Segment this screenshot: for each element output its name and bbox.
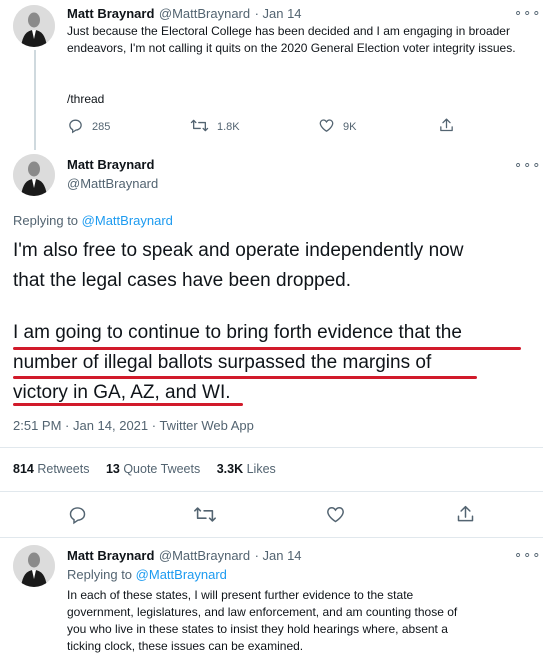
tweet3-line1: In each of these states, I will present … bbox=[67, 588, 414, 602]
tweet3-line3: you who live in these states to insist t… bbox=[67, 622, 448, 636]
thread-line-top bbox=[34, 50, 36, 150]
tweet1-header: Matt Braynard @MattBraynard · Jan 14 bbox=[67, 5, 302, 23]
likes-stat[interactable]: 3.3K Likes bbox=[217, 462, 276, 476]
author-name[interactable]: Matt Braynard bbox=[67, 6, 154, 21]
tweet2-para2-line2: number of illegal ballots surpassed the … bbox=[13, 352, 432, 373]
author-name[interactable]: Matt Braynard bbox=[67, 548, 154, 563]
reply-button[interactable] bbox=[67, 504, 88, 530]
tweet3-line4: ticking clock, these issues can be exami… bbox=[67, 639, 304, 653]
avatar[interactable] bbox=[13, 545, 55, 587]
tweet3-header: Matt Braynard @MattBraynard · Jan 14 bbox=[67, 547, 302, 565]
red-underline bbox=[13, 376, 477, 379]
like-count: 9K bbox=[343, 121, 357, 133]
divider bbox=[0, 537, 543, 538]
red-underline bbox=[13, 403, 243, 406]
reply-button[interactable]: 285 bbox=[67, 117, 110, 137]
reply-icon bbox=[67, 117, 84, 137]
red-underline bbox=[13, 347, 521, 350]
like-button[interactable] bbox=[325, 504, 346, 530]
divider bbox=[0, 491, 543, 492]
reply-count: 285 bbox=[92, 121, 111, 133]
tweet2-para1-line1: I'm also free to speak and operate indep… bbox=[13, 240, 464, 261]
avatar[interactable] bbox=[13, 5, 55, 47]
tweet2-para1-line2: that the legal cases have been dropped. bbox=[13, 270, 352, 291]
retweet-count: 1.8K bbox=[217, 121, 240, 133]
avatar[interactable] bbox=[13, 154, 55, 196]
like-button[interactable]: 9K bbox=[318, 117, 356, 137]
engagement-stats: 814 Retweets 13 Quote Tweets 3.3K Likes bbox=[13, 462, 276, 476]
author-handle[interactable]: @MattBraynard bbox=[159, 6, 250, 21]
quotes-stat[interactable]: 13 Quote Tweets bbox=[106, 462, 200, 476]
author-handle[interactable]: @MattBraynard bbox=[67, 176, 158, 191]
share-icon bbox=[455, 505, 476, 529]
tweet-time[interactable]: · Jan 14 bbox=[255, 6, 302, 21]
tweet-timestamp[interactable]: 2:51 PM · Jan 14, 2021 · Twitter Web App bbox=[13, 418, 254, 433]
retweets-label: Retweets bbox=[37, 462, 90, 476]
tweet1-text-thread: /thread bbox=[67, 92, 105, 106]
quotes-label: Quote Tweets bbox=[123, 462, 201, 476]
likes-count: 3.3K bbox=[216, 462, 244, 476]
replying-label: Replying to bbox=[13, 213, 79, 228]
replying-to: Replying to @MattBraynard bbox=[13, 213, 173, 228]
more-icon[interactable]: ∘∘∘ bbox=[514, 6, 541, 19]
retweets-count: 814 bbox=[13, 462, 34, 476]
share-icon bbox=[438, 118, 455, 138]
tweet2-para2-line1: I am going to continue to bring forth ev… bbox=[13, 322, 462, 343]
author-handle[interactable]: @MattBraynard bbox=[159, 548, 250, 563]
like-icon bbox=[325, 507, 346, 529]
replying-to: Replying to @MattBraynard bbox=[67, 567, 227, 582]
retweet-icon bbox=[190, 117, 209, 137]
retweet-button[interactable] bbox=[193, 504, 217, 530]
reply-icon bbox=[67, 507, 88, 529]
share-button[interactable] bbox=[438, 117, 455, 139]
like-icon bbox=[318, 117, 335, 137]
tweet3-line2: government, legislatures, and law enforc… bbox=[67, 605, 458, 619]
replying-link[interactable]: @MattBraynard bbox=[136, 567, 227, 582]
retweets-stat[interactable]: 814 Retweets bbox=[13, 462, 89, 476]
author-name[interactable]: Matt Braynard bbox=[67, 157, 154, 172]
retweet-icon bbox=[193, 507, 217, 529]
retweet-button[interactable]: 1.8K bbox=[190, 117, 240, 137]
likes-label: Likes bbox=[246, 462, 276, 476]
tweet-time[interactable]: · Jan 14 bbox=[255, 548, 302, 563]
tweet1-text: Just because the Electoral College has b… bbox=[67, 24, 516, 55]
share-button[interactable] bbox=[455, 504, 476, 530]
replying-label: Replying to bbox=[67, 567, 133, 582]
quotes-count: 13 bbox=[105, 462, 120, 476]
replying-link[interactable]: @MattBraynard bbox=[82, 213, 173, 228]
more-icon[interactable]: ∘∘∘ bbox=[514, 158, 541, 171]
more-icon[interactable]: ∘∘∘ bbox=[514, 548, 541, 561]
divider bbox=[0, 447, 543, 448]
